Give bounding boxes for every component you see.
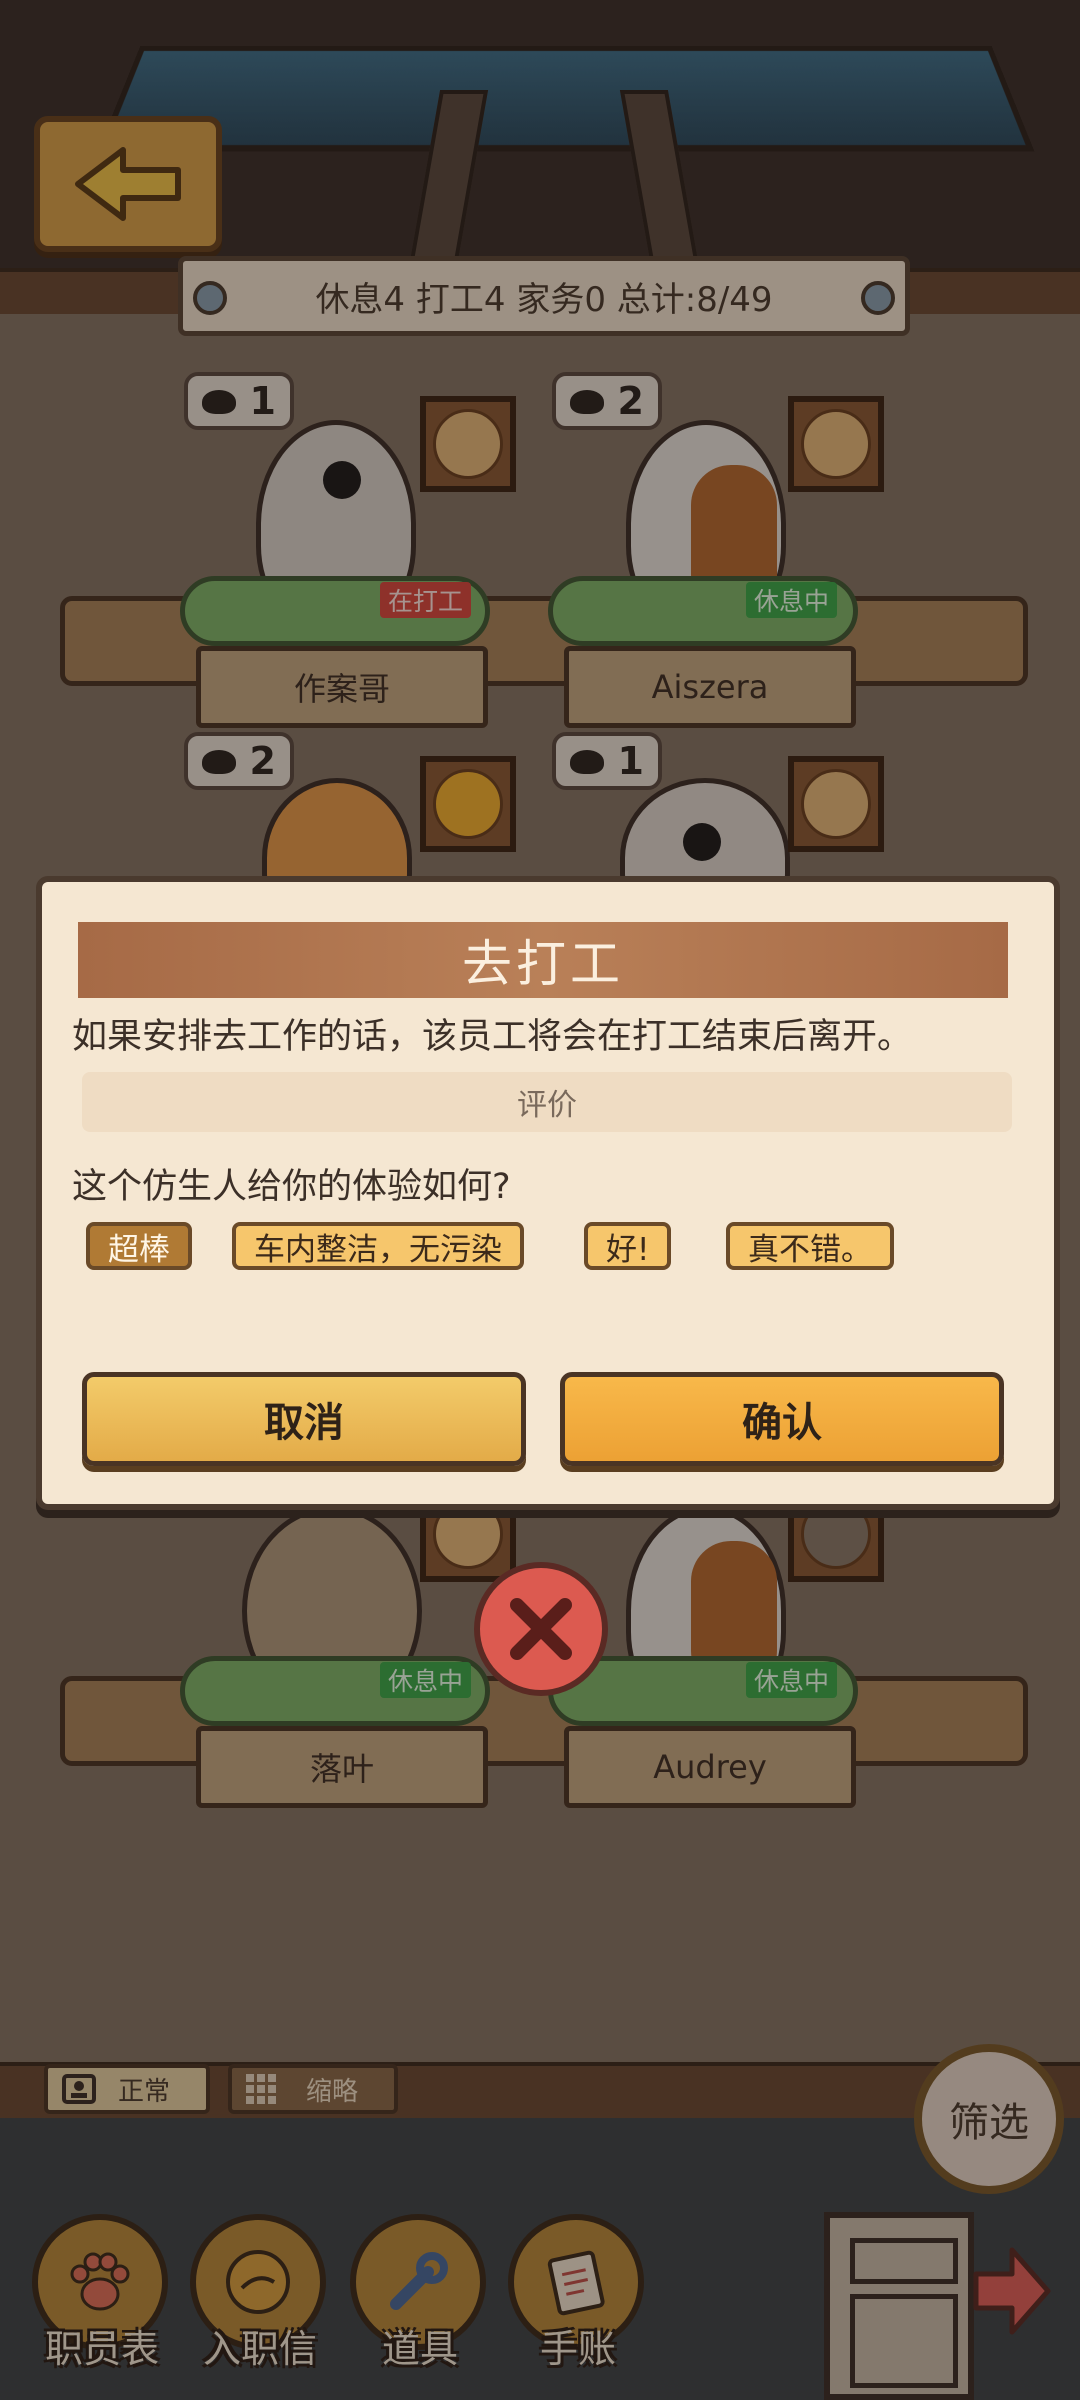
review-tag[interactable]: 真不错。 (726, 1222, 894, 1270)
dialog-message: 如果安排去工作的话，该员工将会在打工结束后离开。 (72, 1017, 913, 1057)
work-dialog: 去打工 如果安排去工作的话，该员工将会在打工结束后离开。 评价 这个仿生人给你的… (36, 876, 1060, 1510)
close-button[interactable] (474, 1562, 608, 1696)
review-tag[interactable]: 好! (584, 1222, 672, 1270)
review-tag[interactable]: 车内整洁，无污染 (232, 1222, 524, 1270)
confirm-button[interactable]: 确认 (560, 1372, 1004, 1466)
close-icon (510, 1598, 572, 1660)
cancel-button[interactable]: 取消 (82, 1372, 526, 1466)
review-tag[interactable]: 超棒 (86, 1222, 192, 1270)
rating-header: 评价 (82, 1072, 1012, 1132)
rating-question: 这个仿生人给你的体验如何? (72, 1167, 511, 1207)
dialog-title: 去打工 (78, 922, 1008, 998)
